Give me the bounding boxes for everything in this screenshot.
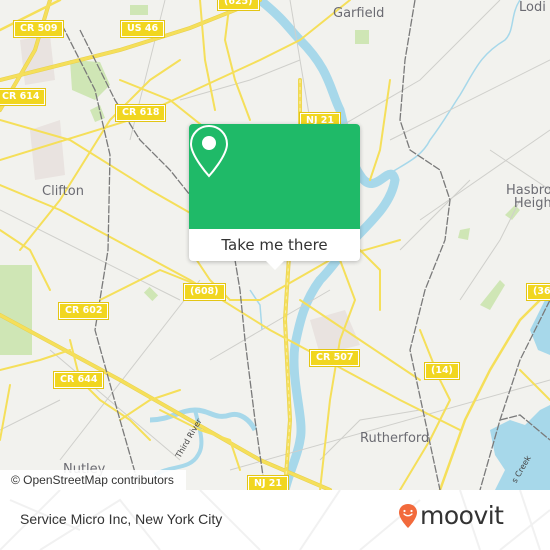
road-shield-cr509: CR 509 xyxy=(12,20,65,38)
road-shield-36: (36 xyxy=(526,283,550,301)
popup-header[interactable] xyxy=(189,124,360,229)
moovit-smiley-pin-icon xyxy=(399,504,417,528)
take-me-there-popup[interactable]: Take me there xyxy=(189,124,360,270)
place-clifton: Clifton xyxy=(42,184,84,199)
location-title: Service Micro Inc, New York City xyxy=(20,511,223,527)
map[interactable]: CR 509 US 46 (625) CR 614 CR 618 NJ 21 (… xyxy=(0,0,550,490)
place-garfield: Garfield xyxy=(333,6,385,21)
road-shield-cr614: CR 614 xyxy=(0,88,47,106)
road-shield-cr644: CR 644 xyxy=(52,371,105,389)
place-rutherford: Rutherford xyxy=(360,431,430,446)
road-shield-cr618: CR 618 xyxy=(114,104,167,122)
road-shield-us46: US 46 xyxy=(119,20,166,38)
take-me-there-button[interactable]: Take me there xyxy=(189,229,360,261)
road-shield-nj21-south: NJ 21 xyxy=(246,475,290,490)
place-lodi: Lodi xyxy=(519,0,546,15)
moovit-wordmark: moovit xyxy=(420,501,504,530)
map-pin-icon xyxy=(189,124,229,178)
popup-pointer xyxy=(266,261,284,270)
road-shield-cr507: CR 507 xyxy=(308,349,361,367)
footer: Service Micro Inc, New York City moovit xyxy=(0,490,550,550)
road-shield-608: (608) xyxy=(183,283,226,301)
road-shield-625: (625) xyxy=(217,0,260,11)
road-shield-14: (14) xyxy=(424,362,460,380)
place-hasbrouck-heights: Hasbro Heigh xyxy=(506,183,550,211)
road-shield-cr602: CR 602 xyxy=(57,302,110,320)
osm-attribution[interactable]: © OpenStreetMap contributors xyxy=(0,470,186,490)
moovit-logo[interactable]: moovit xyxy=(398,502,504,530)
